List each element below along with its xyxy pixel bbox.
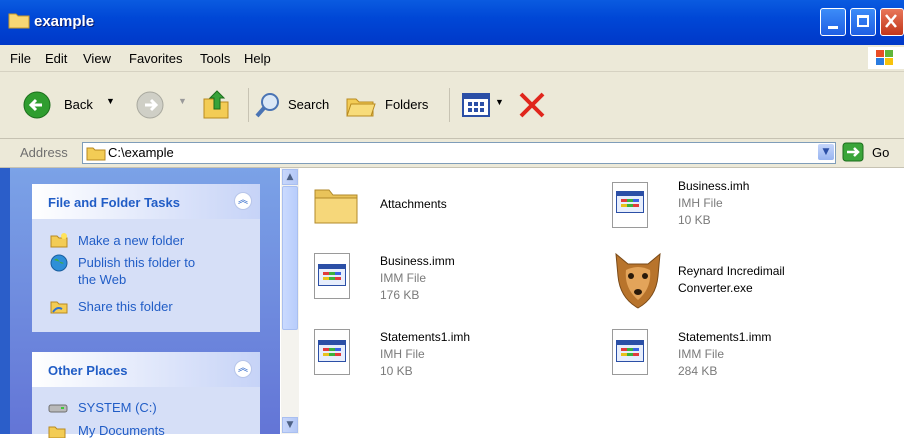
toolbar: Back ▼ ▼ Search Folders ▼ [0, 72, 904, 139]
file-type: IMH File [380, 347, 425, 361]
file-name: Statements1.imh [380, 330, 471, 344]
toolbar-separator [248, 88, 249, 122]
scroll-down-arrow-icon[interactable]: ▼ [282, 417, 298, 433]
file-item[interactable]: Business.imm IMM File 176 KB [314, 253, 534, 309]
folders-button[interactable]: Folders [345, 90, 440, 120]
forward-dropdown-icon[interactable]: ▼ [178, 96, 187, 106]
address-bar: Address C:\example ▼ Go [0, 139, 904, 168]
task-publish-folder[interactable]: Publish this folder to [78, 255, 195, 270]
file-name-line2: Converter.exe [678, 281, 753, 295]
panel-title: Other Places [48, 363, 128, 378]
views-button[interactable]: ▼ [461, 90, 507, 120]
fox-app-icon [615, 252, 661, 309]
menu-tools[interactable]: Tools [200, 51, 230, 66]
place-my-documents[interactable]: My Documents [78, 423, 165, 438]
address-value: C:\example [108, 145, 174, 160]
panel-header[interactable]: File and Folder Tasks ︽ [32, 184, 260, 219]
menu-file[interactable]: File [10, 51, 31, 66]
file-name: Business.imm [380, 254, 455, 268]
file-item[interactable]: Attachments [312, 180, 512, 234]
menu-bar: File Edit View Favorites Tools Help [0, 45, 904, 72]
search-icon [255, 93, 279, 118]
file-type: IMM File [380, 271, 426, 285]
task-publish-folder-2[interactable]: the Web [78, 272, 126, 287]
imh-file-icon [314, 329, 350, 375]
task-share-folder[interactable]: Share this folder [78, 299, 173, 314]
new-folder-icon [50, 233, 68, 248]
delete-icon[interactable] [516, 90, 548, 120]
folder-icon [8, 13, 30, 29]
scroll-thumb[interactable] [282, 186, 298, 330]
file-size: 10 KB [678, 213, 711, 227]
minimize-icon [828, 26, 838, 29]
file-size: 10 KB [380, 364, 413, 378]
folder-icon [86, 147, 106, 161]
windows-logo [868, 47, 904, 69]
file-item[interactable]: Business.imh IMH File 10 KB [612, 178, 832, 234]
menu-help[interactable]: Help [244, 51, 271, 66]
task-make-new-folder[interactable]: Make a new folder [78, 233, 184, 248]
share-folder-icon [50, 301, 68, 314]
back-label: Back [64, 97, 93, 112]
address-dropdown-icon[interactable]: ▼ [818, 144, 834, 160]
forward-arrow-icon[interactable] [135, 90, 165, 120]
file-type: IMM File [678, 347, 724, 361]
drive-icon [48, 404, 68, 413]
scroll-up-arrow-icon[interactable]: ▲ [282, 169, 298, 185]
close-icon [885, 14, 897, 28]
search-button[interactable]: Search [253, 90, 338, 120]
back-button[interactable]: Back ▼ [22, 90, 115, 120]
file-folder-tasks-panel: File and Folder Tasks ︽ Make a new folde… [32, 184, 260, 332]
title-bar: example [0, 0, 904, 45]
toolbar-separator [449, 88, 450, 122]
file-item[interactable]: Statements1.imm IMM File 284 KB [612, 329, 832, 385]
file-name: Business.imh [678, 179, 750, 193]
task-pane: File and Folder Tasks ︽ Make a new folde… [0, 168, 280, 438]
imm-file-icon [612, 329, 648, 375]
folders-icon [346, 98, 376, 117]
back-arrow-icon [23, 91, 51, 119]
file-size: 284 KB [678, 364, 718, 378]
my-documents-icon [48, 426, 66, 438]
other-places-panel: Other Places ︽ SYSTEM (C:) My Documents [32, 352, 260, 438]
panel-title: File and Folder Tasks [48, 195, 180, 210]
up-folder-icon[interactable] [200, 87, 232, 121]
vertical-scrollbar[interactable]: ▲ ▼ [281, 168, 299, 434]
folder-icon [314, 189, 358, 224]
file-type: IMH File [678, 196, 723, 210]
window-title: example [34, 13, 95, 30]
file-name: Statements1.imm [678, 330, 772, 344]
go-label: Go [872, 145, 890, 160]
go-button[interactable]: Go [840, 142, 900, 164]
close-button[interactable] [880, 8, 904, 36]
window-frame-left [0, 168, 10, 434]
address-label: Address [20, 145, 68, 160]
file-name: Attachments [380, 197, 447, 211]
panel-header[interactable]: Other Places ︽ [32, 352, 260, 387]
file-size: 176 KB [380, 288, 420, 302]
address-input[interactable]: C:\example ▼ [82, 142, 836, 164]
imh-file-icon [612, 182, 648, 228]
views-icon [462, 93, 490, 117]
maximize-icon [857, 15, 869, 27]
file-name: Reynard Incredimail [678, 264, 785, 278]
menu-view[interactable]: View [83, 51, 111, 66]
back-dropdown-icon[interactable]: ▼ [106, 96, 115, 106]
place-system-drive[interactable]: SYSTEM (C:) [78, 400, 157, 415]
maximize-button[interactable] [850, 8, 876, 36]
collapse-chevron-icon[interactable]: ︽ [234, 192, 252, 210]
file-item[interactable]: Reynard Incredimail Converter.exe [610, 248, 840, 312]
views-dropdown-icon: ▼ [495, 97, 504, 107]
menu-edit[interactable]: Edit [45, 51, 67, 66]
menu-favorites[interactable]: Favorites [129, 51, 182, 66]
file-item[interactable]: Statements1.imh IMH File 10 KB [314, 329, 534, 385]
minimize-button[interactable] [820, 8, 846, 36]
collapse-chevron-icon[interactable]: ︽ [234, 360, 252, 378]
folders-label: Folders [385, 97, 429, 112]
globe-icon [50, 254, 68, 272]
go-arrow-icon [842, 142, 864, 162]
search-label: Search [288, 97, 330, 112]
imm-file-icon [314, 253, 350, 299]
